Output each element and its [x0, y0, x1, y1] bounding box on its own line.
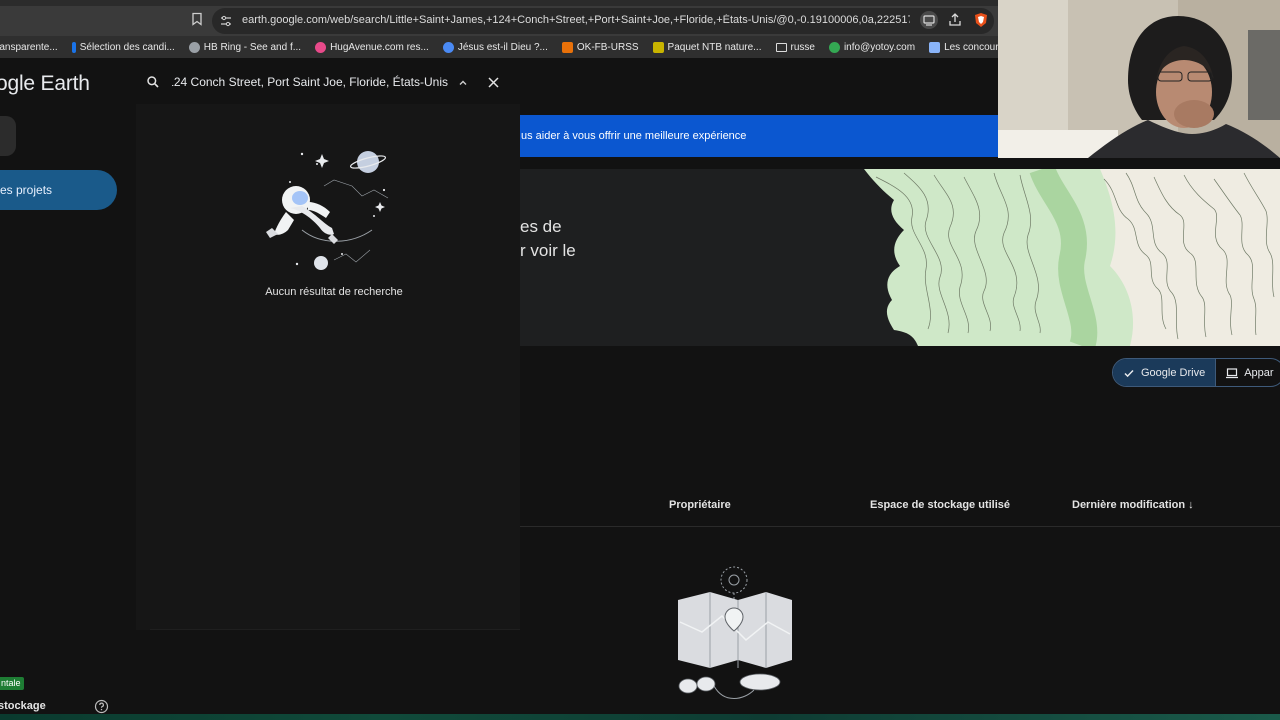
- search-input[interactable]: [172, 73, 448, 91]
- banner-text: us aider à vous offrir une meilleure exp…: [521, 130, 747, 142]
- bookmark-favicon: [315, 41, 327, 53]
- bookmark-item[interactable]: Les concours d'aute...: [929, 41, 1000, 53]
- bookmark-label: HugAvenue.com res...: [330, 41, 429, 53]
- no-results-message: Aucun résultat de recherche: [265, 286, 403, 298]
- bookmark-label: Sélection des candi...: [79, 41, 175, 53]
- info-banner[interactable]: us aider à vous offrir une meilleure exp…: [520, 115, 998, 157]
- share-icon[interactable]: [946, 11, 964, 29]
- bookmarks-bar: ransparente... Sélection des candi... HB…: [0, 36, 1000, 58]
- bookmark-item[interactable]: Sélection des candi...: [71, 41, 175, 53]
- bookmark-label: Jésus est-il Dieu ?...: [457, 41, 548, 53]
- column-owner[interactable]: Propriétaire: [669, 499, 731, 511]
- screen: earth.google.com/web/search/Little+Saint…: [0, 0, 1280, 720]
- new-button[interactable]: [0, 116, 16, 156]
- site-info-icon[interactable]: [220, 14, 232, 27]
- bookmark-item[interactable]: russe: [775, 41, 815, 53]
- promo-line: r voir le: [520, 241, 576, 260]
- bookmark-label: OK-FB-URSS: [576, 41, 639, 53]
- bookmark-label: info@yotoy.com: [843, 41, 916, 53]
- nav-item-label: es projets: [0, 183, 53, 197]
- bookmark-item[interactable]: OK-FB-URSS: [561, 41, 639, 53]
- left-navigation: [0, 58, 136, 720]
- check-icon: [1123, 367, 1135, 379]
- taskbar-edge: [0, 714, 1280, 720]
- bookmark-favicon: [188, 41, 200, 53]
- bookmark-item[interactable]: HB Ring - See and f...: [188, 41, 302, 53]
- device-option[interactable]: Appar: [1216, 359, 1280, 386]
- divider: [150, 629, 520, 630]
- bookmark-favicon: [828, 41, 840, 53]
- app-logo[interactable]: ogle Earth: [0, 72, 90, 96]
- storage-label[interactable]: stockage: [0, 700, 46, 712]
- brave-shield-icon[interactable]: [972, 11, 990, 29]
- bookmark-label: ransparente...: [0, 41, 58, 53]
- bookmark-item[interactable]: Paquet NTB nature...: [652, 41, 762, 53]
- nav-item-projects[interactable]: es projets: [0, 170, 117, 210]
- bookmark-label: Paquet NTB nature...: [667, 41, 762, 53]
- astronaut-illustration: [262, 142, 402, 276]
- promo-line: es de: [520, 217, 562, 236]
- laptop-icon: [1226, 367, 1239, 379]
- device-label: Appar: [1244, 366, 1274, 379]
- bookmark-favicon: [561, 41, 573, 53]
- folder-icon: [775, 42, 787, 52]
- bookmark-label: HB Ring - See and f...: [203, 41, 302, 53]
- bookmark-item[interactable]: info@yotoy.com: [828, 41, 916, 53]
- column-last-modified[interactable]: Dernière modification ↓: [1072, 499, 1194, 511]
- install-app-icon[interactable]: [920, 11, 938, 29]
- help-icon[interactable]: [94, 699, 109, 714]
- bookmark-label: Les concours d'aute...: [944, 41, 1000, 53]
- topographic-map-image: [864, 164, 1280, 351]
- column-storage-used[interactable]: Espace de stockage utilisé: [870, 499, 1010, 511]
- table-header-divider: [520, 526, 1280, 527]
- storage-toggle: Google Drive Appar: [1112, 358, 1280, 387]
- bookmark-favicon: [652, 41, 664, 53]
- close-icon[interactable]: [487, 76, 500, 89]
- url-text[interactable]: earth.google.com/web/search/Little+Saint…: [242, 14, 910, 26]
- empty-state-map-illustration: [670, 562, 800, 710]
- bookmark-item[interactable]: ransparente...: [0, 42, 58, 53]
- google-drive-label: Google Drive: [1141, 366, 1206, 379]
- url-actions: [920, 11, 990, 29]
- chevron-up-icon[interactable]: [457, 76, 469, 88]
- search-icon: [146, 75, 160, 89]
- bookmark-favicon: [71, 41, 76, 53]
- bookmark-label: russe: [790, 41, 815, 53]
- bookmark-item[interactable]: Jésus est-il Dieu ?...: [442, 41, 548, 53]
- bookmark-favicon: [442, 41, 454, 53]
- bookmark-icon[interactable]: [190, 12, 204, 26]
- webcam-video-overlay: [998, 0, 1280, 158]
- bookmark-favicon: [929, 41, 941, 53]
- promo-text: es de r voir le: [520, 215, 576, 263]
- google-drive-option[interactable]: Google Drive: [1113, 359, 1217, 386]
- status-badge: ntale: [0, 677, 24, 690]
- bookmark-item[interactable]: HugAvenue.com res...: [315, 41, 429, 53]
